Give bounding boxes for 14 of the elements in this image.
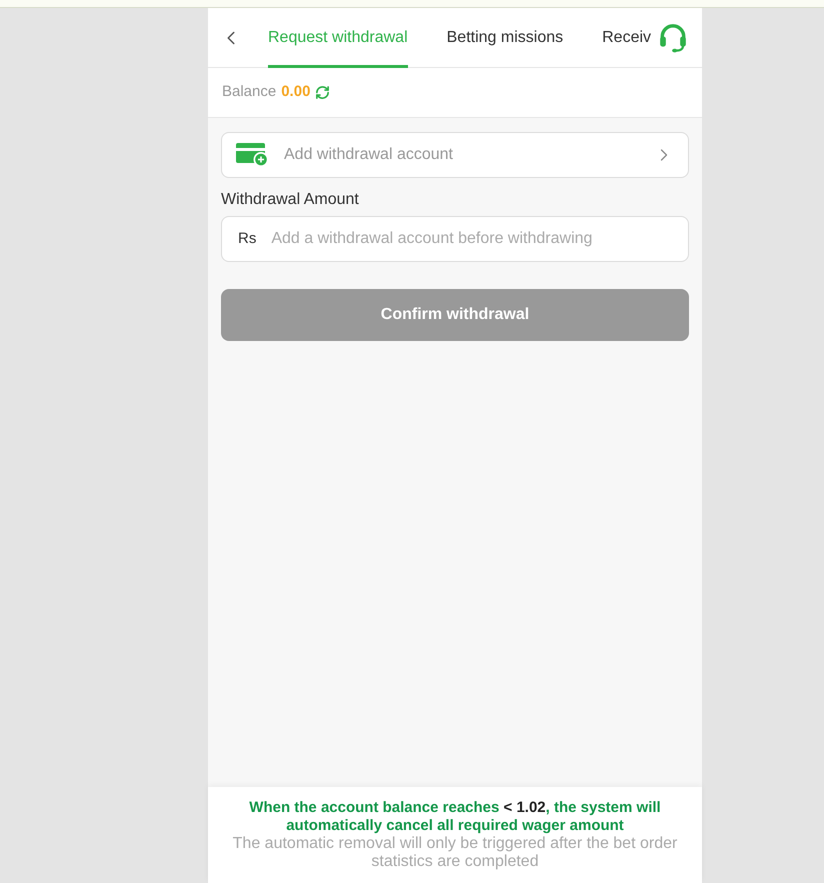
amount-field[interactable]: Rs Add a withdrawal account before withdrawing: [221, 216, 689, 262]
add-account-label: Add withdrawal account: [284, 145, 453, 165]
amount-label: Withdrawal Amount: [221, 190, 360, 210]
tab[interactable]: Betting missions: [446, 8, 564, 67]
tab[interactable]: Receiv: [602, 8, 652, 67]
card-plus-icon: [236, 143, 269, 167]
balance-amount: 0.00: [281, 82, 310, 102]
note-text: The automatic removal will only be triggered after the bet order statistics are completed: [232, 835, 678, 871]
balance-label: Balance: [222, 82, 276, 102]
notice-text: When the account balance reaches < 1.02, the system will automatically cancel all required wager amount: [248, 799, 662, 835]
currency-label: Rs: [238, 228, 256, 249]
amount-input[interactable]: Add a withdrawal account before withdrawing: [271, 227, 672, 251]
headset-icon[interactable]: [658, 22, 688, 52]
refresh-icon[interactable]: [315, 85, 330, 100]
